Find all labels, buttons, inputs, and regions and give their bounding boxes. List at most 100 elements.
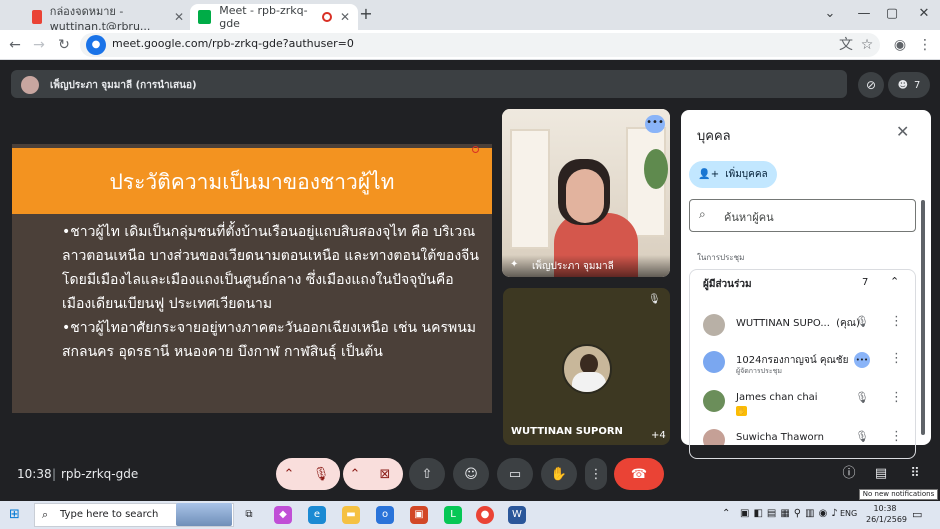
chrome-icon[interactable]: ● [476,506,494,524]
close-tab-icon[interactable]: ✕ [174,10,184,24]
meeting-clock: 10:38 [17,467,52,481]
participant-row[interactable]: James chan chai ✋ 🎙 ⋮ [697,388,915,422]
leave-call-icon[interactable]: ☎ [614,458,664,490]
taskbar-clock[interactable]: 10:38 26/1/2569 [866,503,908,525]
tab-meet[interactable]: Meet - rpb-zrkq-gde ✕ [190,4,358,30]
avatar-head [580,354,598,374]
tab-meet-title: Meet - rpb-zrkq-gde [219,4,308,30]
camera-off-icon[interactable]: ⊠ [367,458,403,490]
more-options-icon[interactable]: ⋮ [890,390,903,405]
more-participants-count[interactable]: +4 [651,430,666,441]
muted-mic-icon: 🎙 [648,294,661,305]
search-icon: ⌕ [699,207,706,221]
more-options-icon[interactable]: ⋮ [890,351,903,366]
translate-icon[interactable]: 文 [835,34,857,56]
outlook-icon[interactable]: o [376,506,394,524]
gmail-icon [32,10,42,24]
forward-icon[interactable]: → [28,34,50,56]
close-window-button[interactable]: ✕ [912,4,936,24]
participant-row[interactable]: Suwicha Thaworn 🎙 ⋮ [697,427,915,445]
tab-search-button[interactable]: ⌄ [818,4,842,24]
reload-icon[interactable]: ↻ [53,34,75,56]
shelf [510,129,550,249]
present-screen-icon[interactable]: ⇧ [409,458,445,490]
self-name: WUTTINAN SUPORN [511,426,623,437]
site-info-icon[interactable]: ● [86,35,106,55]
participants-count: 7 [862,277,869,288]
participant-name: WUTTINAN SUPO... (คุณ) [736,316,860,331]
raise-hand-icon[interactable]: ✋ [541,458,577,490]
mic-options-chevron-icon[interactable]: ⌃ [276,458,302,490]
edge-icon[interactable]: e [308,506,326,524]
participant-row[interactable]: WUTTINAN SUPO... (คุณ) 🎙 ⋮ [697,312,915,346]
avatar-body [572,372,606,392]
speaking-indicator-icon: ••• [854,352,870,368]
emoji-reaction-icon[interactable]: ☺ [453,458,489,490]
close-panel-button[interactable]: ✕ [896,122,909,141]
copilot-icon[interactable]: ◆ [274,506,292,524]
add-people-button[interactable]: 👤+ เพิ่มบุคคล [689,161,777,188]
activities-icon[interactable]: ⠿ [904,463,926,485]
speaker-video-tile[interactable]: ✦ เพ็ญประภา จุมมาลี [502,109,670,277]
show-hidden-icons-icon[interactable]: ⌃ [722,508,730,519]
more-options-icon[interactable]: ⋮ [890,429,903,444]
muted-mic-icon: 🎙 [855,430,869,443]
minimize-button[interactable]: — [852,4,876,24]
people-count-button[interactable]: ☻ 7 [888,72,930,98]
separator: | [52,467,57,481]
file-explorer-icon[interactable]: ▬ [342,506,360,524]
url-text[interactable]: meet.google.com/rpb-zrkq-gde?authuser=0 [112,37,354,50]
panel-scrollbar[interactable] [921,200,925,435]
office-icon[interactable]: ▣ [410,506,428,524]
chevron-up-icon[interactable]: ⌃ [890,275,899,288]
taskbar-date: 26/1/2569 [866,515,908,524]
slide-bullet: •ชาวผู้ไท เดิมเป็นกลุ่มชนที่ตั้งบ้านเรือ… [62,224,479,312]
system-tray-icons[interactable]: ▣◧▤▦⚲▥◉♪ [740,508,842,519]
captions-icon[interactable]: ▭ [497,458,533,490]
plant [644,149,668,189]
search-highlight-image [176,503,232,526]
back-icon[interactable]: ← [4,34,26,56]
section-label: ในการประชุม [697,253,745,262]
participant-avatar [703,429,725,445]
speaker-face [566,169,604,223]
browser-menu-icon[interactable]: ⋮ [914,34,936,56]
muted-mic-icon: 🎙 [855,315,869,328]
profile-icon[interactable]: ◉ [889,34,911,56]
hand-raised-icon: ✋ [736,406,747,416]
language-indicator[interactable]: ENG [840,509,857,518]
taskbar-time: 10:38 [873,504,897,513]
muted-mic-icon: 🎙 [855,391,869,404]
slide-marker-icon [472,146,479,153]
self-video-tile[interactable]: 🎙 WUTTINAN SUPORN +4 [503,288,670,445]
speaker-name: เพ็ญประภา จุมมาลี [532,261,614,272]
word-icon[interactable]: W [508,506,526,524]
meeting-info-icon[interactable]: ⓘ [838,463,860,485]
task-view-icon[interactable]: ⧉ [240,506,258,524]
maximize-button[interactable]: ▢ [880,4,904,24]
chat-icon[interactable]: ▤ [870,463,892,485]
participants-group-label[interactable]: ผู้มีส่วนร่วม [703,277,752,292]
new-tab-button[interactable]: + [356,4,376,24]
hide-presentation-icon[interactable]: ⊘ [858,72,884,98]
participant-row[interactable]: 1024กรองกาญจน์ คุณชัย ผู้จัดการประชุม ••… [697,349,915,383]
participant-avatar [703,351,725,373]
tab-gmail[interactable]: กล่องจดหมาย - wuttinan.t@rbru... ✕ [24,4,192,33]
camera-options-chevron-icon[interactable]: ⌃ [343,458,367,490]
bookmark-star-icon[interactable]: ☆ [856,34,878,56]
participant-name-text: WUTTINAN SUPO... [736,318,830,329]
participant-role: ผู้จัดการประชุม [736,367,783,375]
presenter-label: เพ็ญประภา จุมมาลี (การนำเสนอ) [50,80,197,91]
line-icon[interactable]: L [444,506,462,524]
close-tab-icon[interactable]: ✕ [340,10,350,24]
tile-options-button[interactable]: ••• [645,115,665,133]
taskbar-search-placeholder: Type here to search [60,509,159,520]
slide-title: ประวัติความเป็นมาของชาวผู้ไท [109,170,395,194]
microphone-off-icon[interactable]: 🎙 [302,458,340,490]
more-options-icon[interactable]: ⋮ [890,314,903,329]
windows-start-icon[interactable]: ⊞ [9,507,20,522]
notifications-icon[interactable]: ▭ [912,508,922,521]
more-options-icon[interactable]: ⋮ [585,458,607,490]
participant-name: Suwicha Thaworn [736,432,824,443]
search-placeholder: ค้นหาผู้คน [724,211,774,224]
